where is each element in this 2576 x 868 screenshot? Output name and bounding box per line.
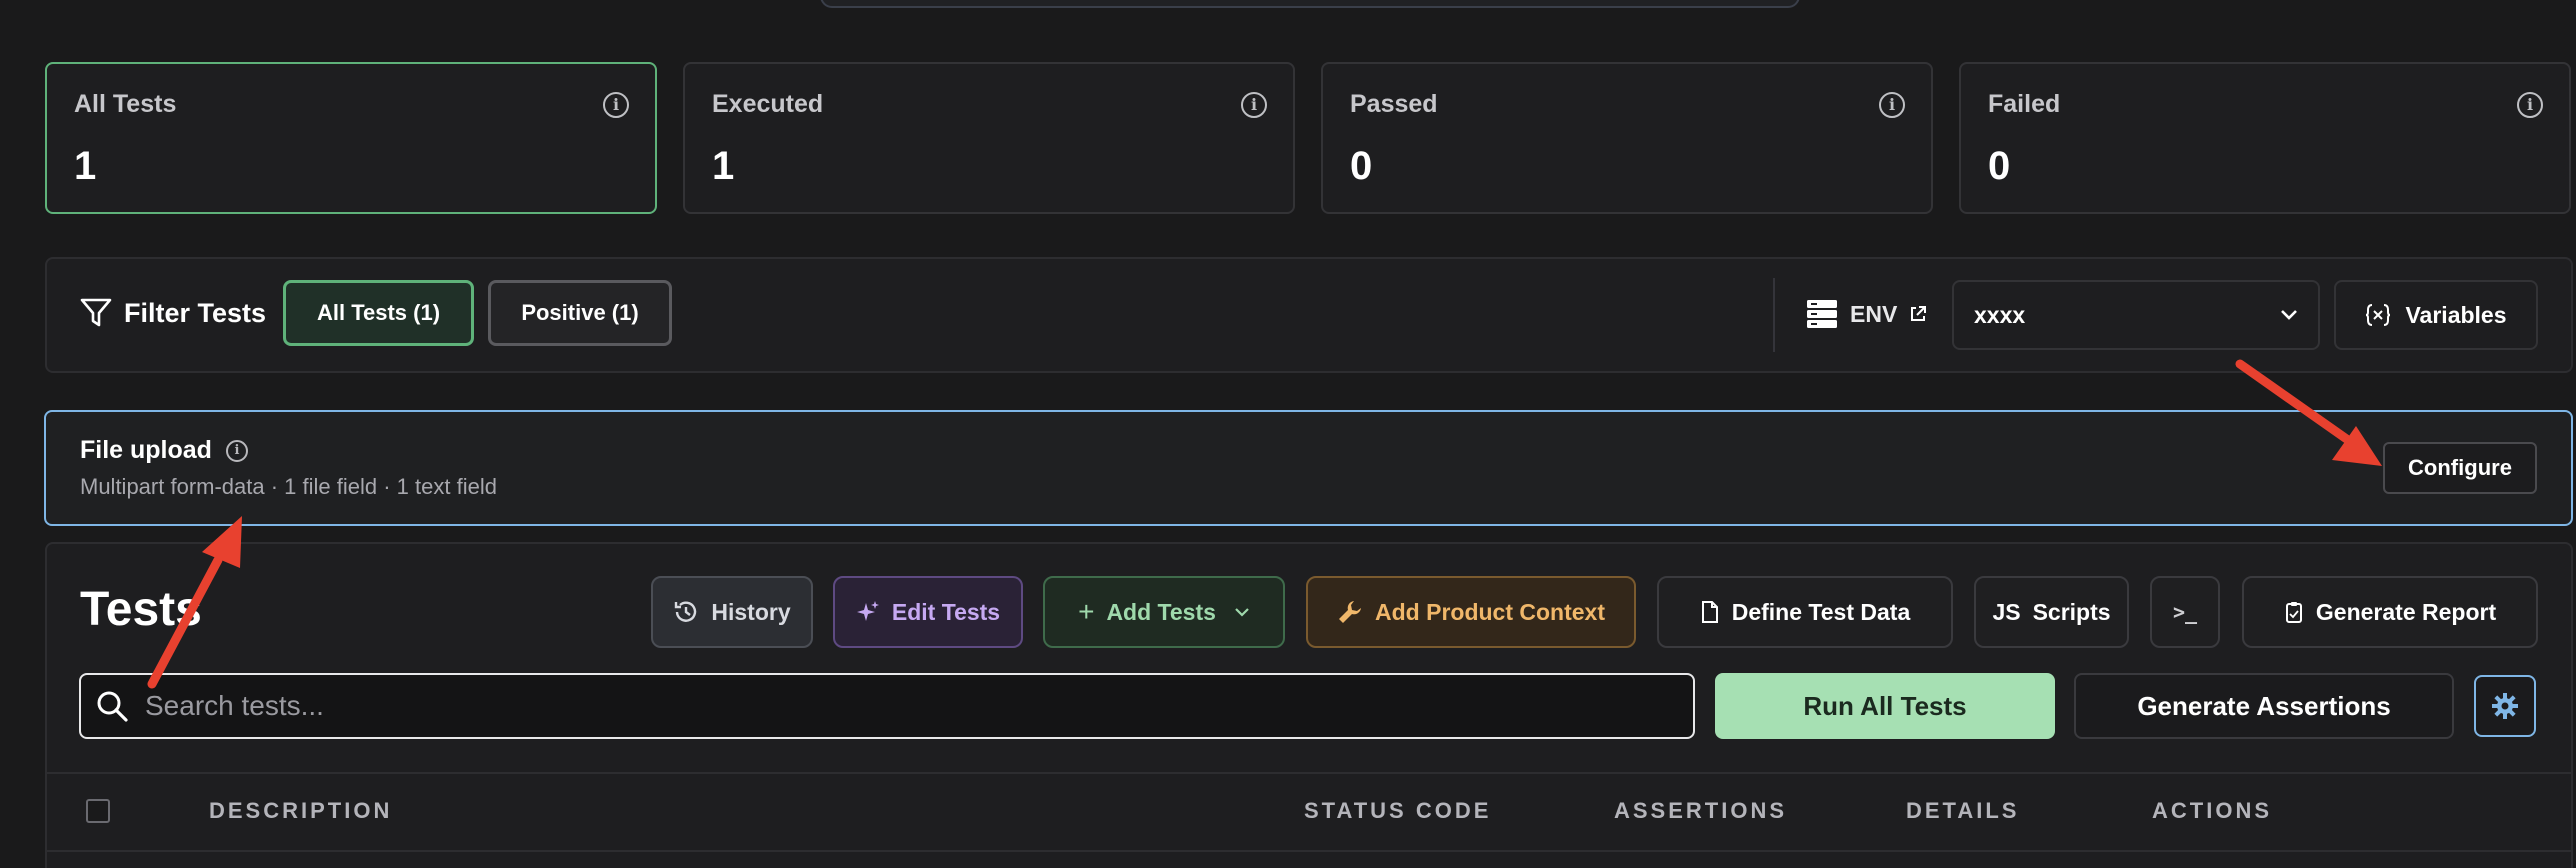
stat-card-executed[interactable]: Executed 1 i bbox=[683, 62, 1295, 214]
filter-icon bbox=[80, 298, 112, 327]
upload-title-text: File upload bbox=[80, 436, 212, 464]
gear-icon bbox=[2492, 693, 2518, 719]
generate-report-button[interactable]: Generate Report bbox=[2242, 576, 2538, 648]
stat-label: Failed bbox=[1988, 90, 2061, 118]
js-icon: JS bbox=[1992, 598, 2021, 625]
edit-tests-label: Edit Tests bbox=[891, 598, 1001, 625]
plus-icon: + bbox=[1078, 596, 1095, 627]
generate-assertions-button[interactable]: Generate Assertions bbox=[2074, 673, 2454, 739]
history-icon bbox=[675, 601, 697, 622]
column-header-assertions[interactable]: ASSERTIONS bbox=[1614, 798, 1787, 824]
table-divider bbox=[46, 772, 2572, 774]
sparkles-icon bbox=[856, 601, 879, 621]
stat-label: Executed bbox=[712, 90, 824, 118]
table-divider bbox=[46, 850, 2572, 852]
search-field[interactable] bbox=[79, 673, 1695, 739]
history-button[interactable]: History bbox=[651, 576, 813, 648]
search-icon bbox=[97, 691, 128, 722]
stat-value: 1 bbox=[74, 144, 97, 188]
scripts-label: Scripts bbox=[2032, 598, 2111, 625]
generate-report-label: Generate Report bbox=[2315, 598, 2497, 625]
column-header-actions[interactable]: ACTIONS bbox=[2152, 798, 2272, 824]
filter-title-label: Filter Tests bbox=[124, 297, 267, 328]
settings-button[interactable] bbox=[2474, 675, 2536, 737]
run-all-tests-button[interactable]: Run All Tests bbox=[1715, 673, 2055, 739]
column-header-details[interactable]: DETAILS bbox=[1906, 798, 2019, 824]
history-label: History bbox=[711, 598, 791, 625]
filter-pill-all-tests[interactable]: All Tests (1) bbox=[283, 280, 474, 346]
wrench-icon bbox=[1339, 601, 1361, 623]
select-all-checkbox[interactable] bbox=[86, 799, 110, 823]
stat-label: Passed bbox=[1350, 90, 1438, 118]
stat-value: 0 bbox=[1350, 144, 1373, 188]
external-link-icon bbox=[1911, 306, 1927, 321]
stat-value: 1 bbox=[712, 144, 735, 188]
configure-button[interactable]: Configure bbox=[2383, 442, 2537, 494]
search-input[interactable] bbox=[145, 690, 1645, 722]
info-icon[interactable]: i bbox=[1879, 92, 1905, 118]
server-icon bbox=[1807, 300, 1837, 328]
add-tests-button[interactable]: + Add Tests bbox=[1043, 576, 1285, 648]
stat-card-failed[interactable]: Failed 0 i bbox=[1959, 62, 2571, 214]
info-icon[interactable]: i bbox=[2517, 92, 2543, 118]
stat-value: 0 bbox=[1988, 144, 2011, 188]
info-icon[interactable]: i bbox=[603, 92, 629, 118]
variables-label: Variables bbox=[2405, 301, 2507, 328]
info-icon[interactable]: i bbox=[1241, 92, 1267, 118]
info-icon[interactable]: i bbox=[225, 439, 248, 462]
variable-icon bbox=[2366, 304, 2391, 326]
column-header-description[interactable]: DESCRIPTION bbox=[209, 798, 392, 824]
terminal-button[interactable]: >_ bbox=[2150, 576, 2220, 648]
clipboard-icon bbox=[2285, 602, 2302, 623]
stat-label: All Tests bbox=[74, 90, 177, 118]
column-header-status-code[interactable]: STATUS CODE bbox=[1304, 798, 1491, 824]
define-test-data-button[interactable]: Define Test Data bbox=[1657, 576, 1953, 648]
stat-card-passed[interactable]: Passed 0 i bbox=[1321, 62, 1933, 214]
env-label: ENV bbox=[1850, 300, 1898, 327]
edit-tests-button[interactable]: Edit Tests bbox=[833, 576, 1023, 648]
define-test-data-label: Define Test Data bbox=[1731, 598, 1911, 625]
top-tab-strip bbox=[820, 0, 1800, 8]
add-product-context-label: Add Product Context bbox=[1375, 598, 1605, 625]
chevron-down-icon bbox=[2281, 310, 2297, 320]
file-icon bbox=[1701, 601, 1718, 623]
upload-subtitle: Multipart form-data · 1 file field · 1 t… bbox=[80, 474, 497, 499]
upload-title: File upload i bbox=[80, 436, 248, 465]
terminal-icon: >_ bbox=[2172, 600, 2198, 624]
add-product-context-button[interactable]: Add Product Context bbox=[1306, 576, 1636, 648]
filter-title: Filter Tests bbox=[80, 293, 266, 333]
filter-pill-positive[interactable]: Positive (1) bbox=[488, 280, 672, 346]
scripts-button[interactable]: JS Scripts bbox=[1974, 576, 2129, 648]
stat-card-all-tests[interactable]: All Tests 1 i bbox=[45, 62, 657, 214]
file-upload-card bbox=[44, 410, 2573, 526]
env-select-value: xxxx bbox=[1974, 301, 2026, 328]
add-tests-label: Add Tests bbox=[1106, 598, 1216, 625]
env-select[interactable]: xxxx bbox=[1952, 280, 2320, 350]
divider bbox=[1773, 278, 1775, 352]
tests-title: Tests bbox=[80, 583, 202, 636]
variables-button[interactable]: Variables bbox=[2334, 280, 2538, 350]
chevron-down-icon bbox=[1235, 608, 1249, 617]
env-link[interactable]: ENV bbox=[1806, 296, 1927, 332]
